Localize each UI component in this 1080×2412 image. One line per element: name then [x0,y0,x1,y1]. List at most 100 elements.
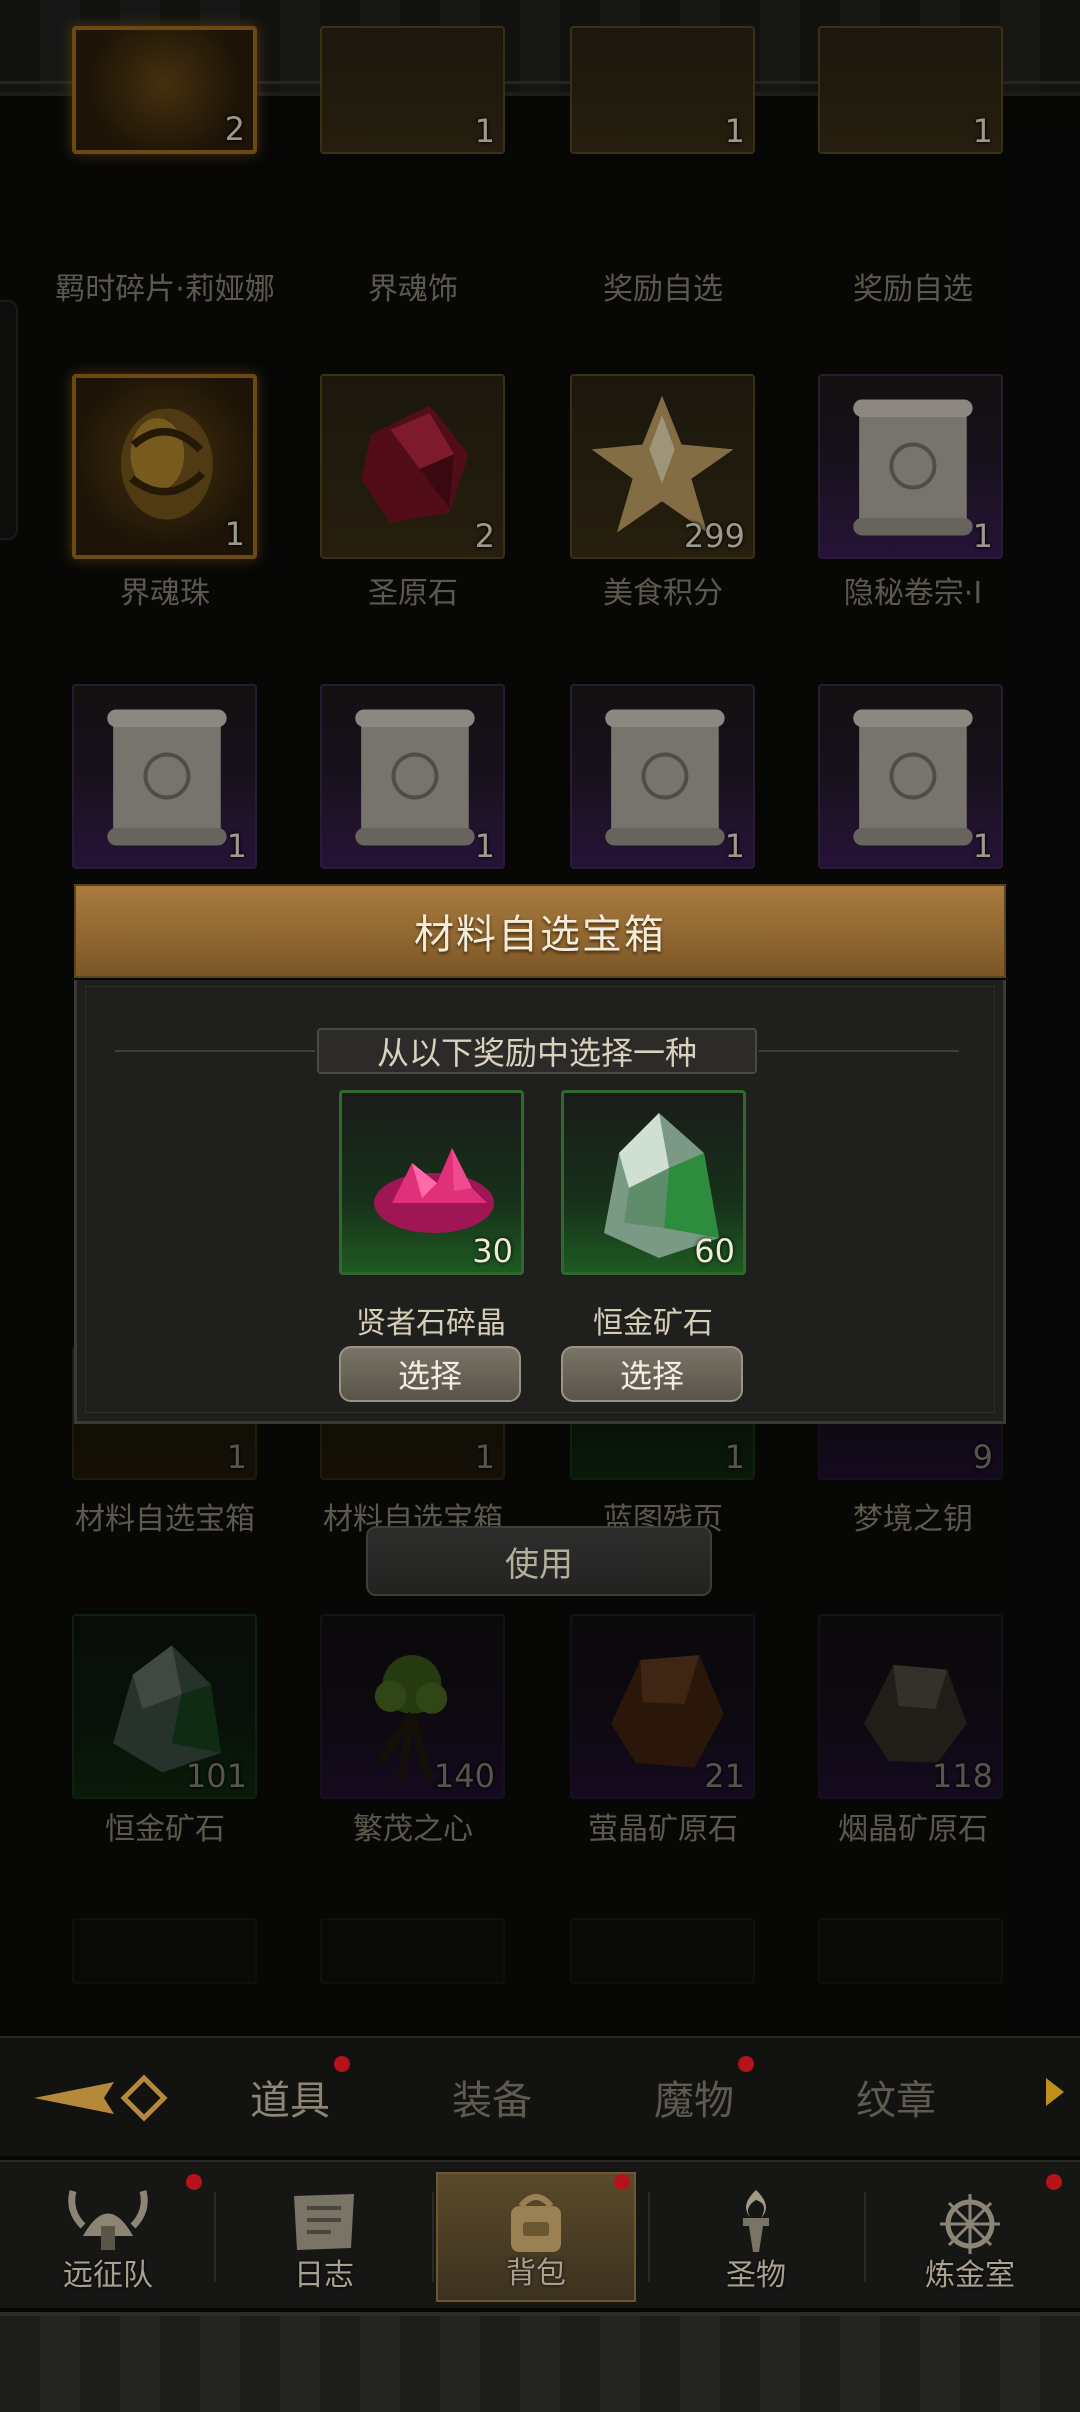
alchemy-icon [940,2194,1000,2254]
nav-divider [864,2192,866,2282]
notification-dot [738,2056,754,2072]
nav-divider [648,2192,650,2282]
item-name: 繁茂之心 [353,1812,473,1847]
item-name: 界魂珠 [120,576,210,611]
inventory-item[interactable]: 101 [72,1614,257,1799]
inventory-item[interactable] [72,1918,257,1984]
tabs-scroll-right-icon[interactable] [1046,2078,1064,2106]
item-count: 1 [474,112,495,150]
notification-dot [334,2056,350,2072]
item-name: 美食积分 [603,576,723,611]
item-count: 1 [474,1438,495,1476]
inventory-item[interactable]: 118 [818,1614,1003,1799]
nav-divider [432,2192,434,2282]
inventory-item[interactable]: 21 [570,1614,755,1799]
item-name: 圣原石 [368,576,458,611]
inventory-item[interactable]: 1 [818,26,1003,154]
notification-dot [614,2174,630,2190]
item-count: 1 [226,1438,247,1476]
use-button-label: 使用 [505,1544,573,1585]
tab-equipment[interactable]: 装备 [452,2068,532,2126]
item-count: 2 [474,517,495,555]
notification-dot [1046,2174,1062,2190]
nav-expedition[interactable]: 远征队 [8,2172,208,2302]
tab-items[interactable]: 道具 [250,2068,330,2126]
item-count: 299 [683,517,745,555]
item-count: 1 [724,1438,745,1476]
item-name: 羁时碎片·莉娅娜 [55,272,275,307]
select-button-label: 选择 [619,1357,684,1395]
viking-helmet-icon [68,2190,148,2250]
tab-monsters[interactable]: 魔物 [654,2068,734,2126]
reward-name: 贤者石碎晶 [356,1306,506,1341]
select-reward-button[interactable]: 选择 [339,1346,521,1402]
item-name: 界魂饰 [368,272,458,307]
reward-count: 30 [472,1232,513,1270]
item-name: 隐秘卷宗·I [843,576,983,611]
nav-label: 圣物 [726,2258,786,2293]
item-count: 140 [433,1757,495,1795]
nav-alchemy[interactable]: 炼金室 [870,2172,1070,2302]
bottom-frame [0,2312,1080,2412]
inventory-item[interactable]: 2 [72,26,257,154]
nav-journal[interactable]: 日志 [224,2172,424,2302]
item-count: 1 [972,112,993,150]
inventory-item[interactable]: 299 [570,374,755,559]
nav-divider [214,2192,216,2282]
nav-relics[interactable]: 圣物 [656,2172,856,2302]
reward-name: 恒金矿石 [593,1306,713,1341]
inventory-item[interactable] [818,1918,1003,1984]
inventory-item[interactable] [320,1918,505,1984]
reward-option[interactable]: 30 [339,1090,524,1275]
item-name: 材料自选宝箱 [75,1502,255,1537]
nav-label: 远征队 [63,2258,153,2293]
inventory-item[interactable]: 1 [818,374,1003,559]
item-name: 萤晶矿原石 [588,1812,738,1847]
item-name: 恒金矿石 [105,1812,225,1847]
nav-label: 背包 [506,2256,566,2291]
inventory-item[interactable] [570,1918,755,1984]
inventory-item[interactable]: 1 [570,684,755,869]
item-count: 1 [474,827,495,865]
item-count: 2 [224,110,245,148]
item-count: 1 [224,515,245,553]
item-count: 1 [226,827,247,865]
modal-title: 材料自选宝箱 [414,912,666,958]
select-button-label: 选择 [397,1357,462,1395]
journal-icon [294,2194,354,2250]
inventory-item[interactable]: 1 [320,26,505,154]
notification-dot [186,2174,202,2190]
item-count: 1 [724,827,745,865]
modal-header: 材料自选宝箱 [74,884,1006,978]
item-count: 101 [185,1757,247,1795]
bottom-navigation: 远征队 日志 背包 圣物 炼金室 [0,2160,1080,2308]
category-tabs: 道具 装备 魔物 纹章 [0,2036,1080,2156]
item-count: 9 [972,1438,993,1476]
nav-label: 炼金室 [925,2258,1015,2293]
item-name: 奖励自选 [603,272,723,307]
back-arrow-icon[interactable] [24,2052,174,2144]
inventory-item[interactable]: 2 [320,374,505,559]
inventory-item[interactable]: 1 [818,684,1003,869]
tab-emblems[interactable]: 纹章 [856,2068,936,2126]
reward-count: 60 [694,1232,735,1270]
inventory-item[interactable]: 140 [320,1614,505,1799]
reward-choice-modal: 材料自选宝箱 从以下奖励中选择一种 30 贤者石碎晶 选择 60 恒金矿石 选择 [74,884,1006,1424]
item-count: 118 [931,1757,993,1795]
item-name: 奖励自选 [853,272,973,307]
item-name: 梦境之钥 [853,1502,973,1537]
nav-backpack[interactable]: 背包 [436,2172,636,2302]
modal-subtitle: 从以下奖励中选择一种 [376,1034,697,1072]
item-count: 1 [972,827,993,865]
reward-option[interactable]: 60 [561,1090,746,1275]
item-count: 21 [704,1757,745,1795]
inventory-item[interactable]: 1 [72,684,257,869]
inventory-item[interactable]: 1 [72,374,257,559]
item-name: 烟晶矿原石 [838,1812,988,1847]
inventory-item[interactable]: 1 [570,26,755,154]
use-button[interactable]: 使用 [366,1526,712,1596]
inventory-item[interactable]: 1 [320,684,505,869]
nav-label: 日志 [294,2258,354,2293]
torch-icon [743,2190,769,2252]
select-reward-button[interactable]: 选择 [561,1346,743,1402]
